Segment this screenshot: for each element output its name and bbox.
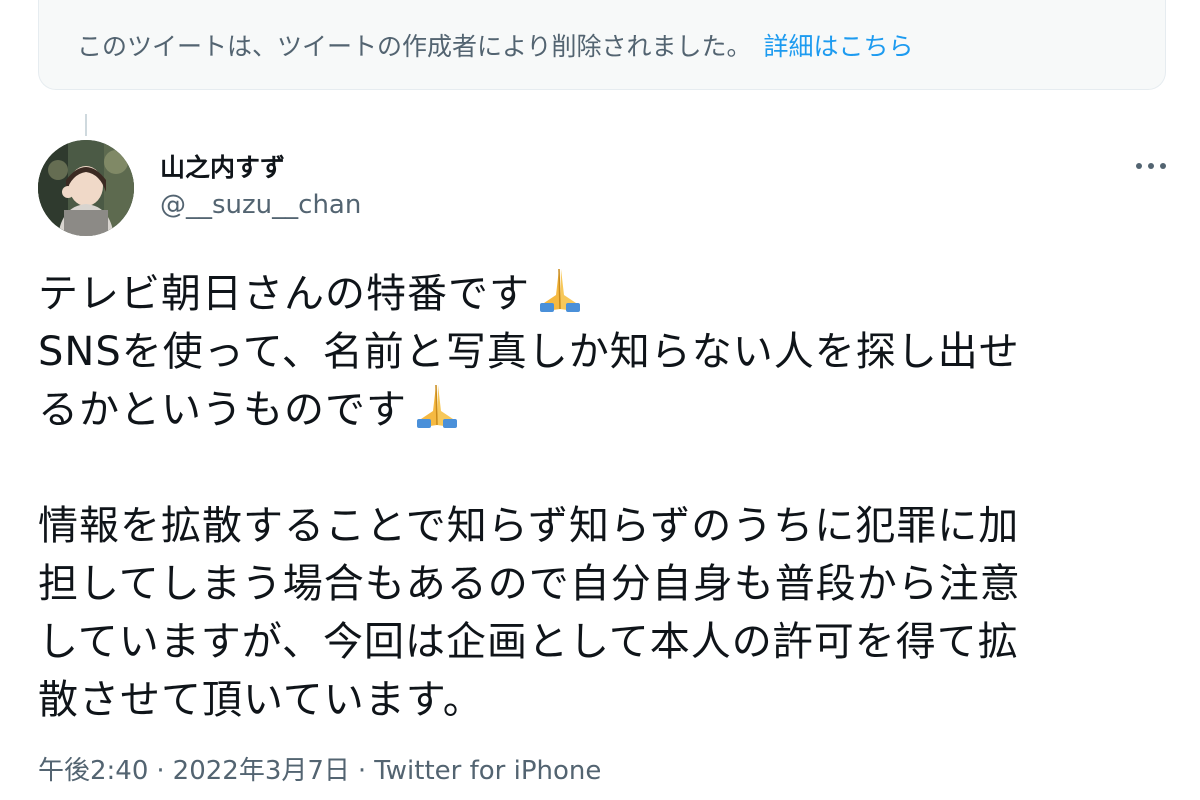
tweet-metadata: 午後2:40 · 2022年3月7日 · Twitter for iPhone [38,750,601,787]
more-dots-icon[interactable] [1126,152,1176,180]
tweet-line: 担してしまう場合もあるので自分自身も普段から注意 [38,561,1021,607]
tweet-line: 散させて頂いています。 [38,677,484,723]
profile-photo-icon [38,140,134,236]
tweet-line: していますが、今回は企画として本人の許可を得て拡 [38,619,1019,665]
thread-connector-line [85,114,87,136]
tweet-line: 情報を拡散することで知らず知らずのうちに犯罪に加 [38,503,1020,549]
tweet-line: SNSを使って、名前と写真しか知らない人を探し出せ [38,329,1020,375]
tweet-source[interactable]: Twitter for iPhone [374,756,601,786]
avatar[interactable] [38,140,134,236]
tweet-date[interactable]: 2022年3月7日 [173,756,350,786]
author-display-name[interactable]: 山之内すず [160,148,285,184]
folded-hands-emoji-icon [417,384,457,428]
tweet-line: テレビ朝日さんの特番です [38,271,530,317]
folded-hands-emoji-icon [540,268,580,312]
deleted-tweet-notice: このツイートは、ツイートの作成者により削除されました。 詳細はこちら [38,0,1166,90]
learn-more-link[interactable]: 詳細はこちら [764,27,914,63]
meta-separator: · [156,756,165,786]
tweet-page: このツイートは、ツイートの作成者により削除されました。 詳細はこちら 山之内すず… [0,0,1200,800]
deleted-notice-text: このツイートは、ツイートの作成者により削除されました。 [77,31,752,61]
tweet-line: るかというものです [38,387,407,433]
tweet-text: テレビ朝日さんの特番です SNSを使って、名前と写真しか知らない人を探し出せ る… [38,265,1163,729]
tweet-time[interactable]: 午後2:40 [38,756,148,786]
author-handle[interactable]: @__suzu__chan [160,190,361,220]
meta-separator: · [357,756,367,786]
